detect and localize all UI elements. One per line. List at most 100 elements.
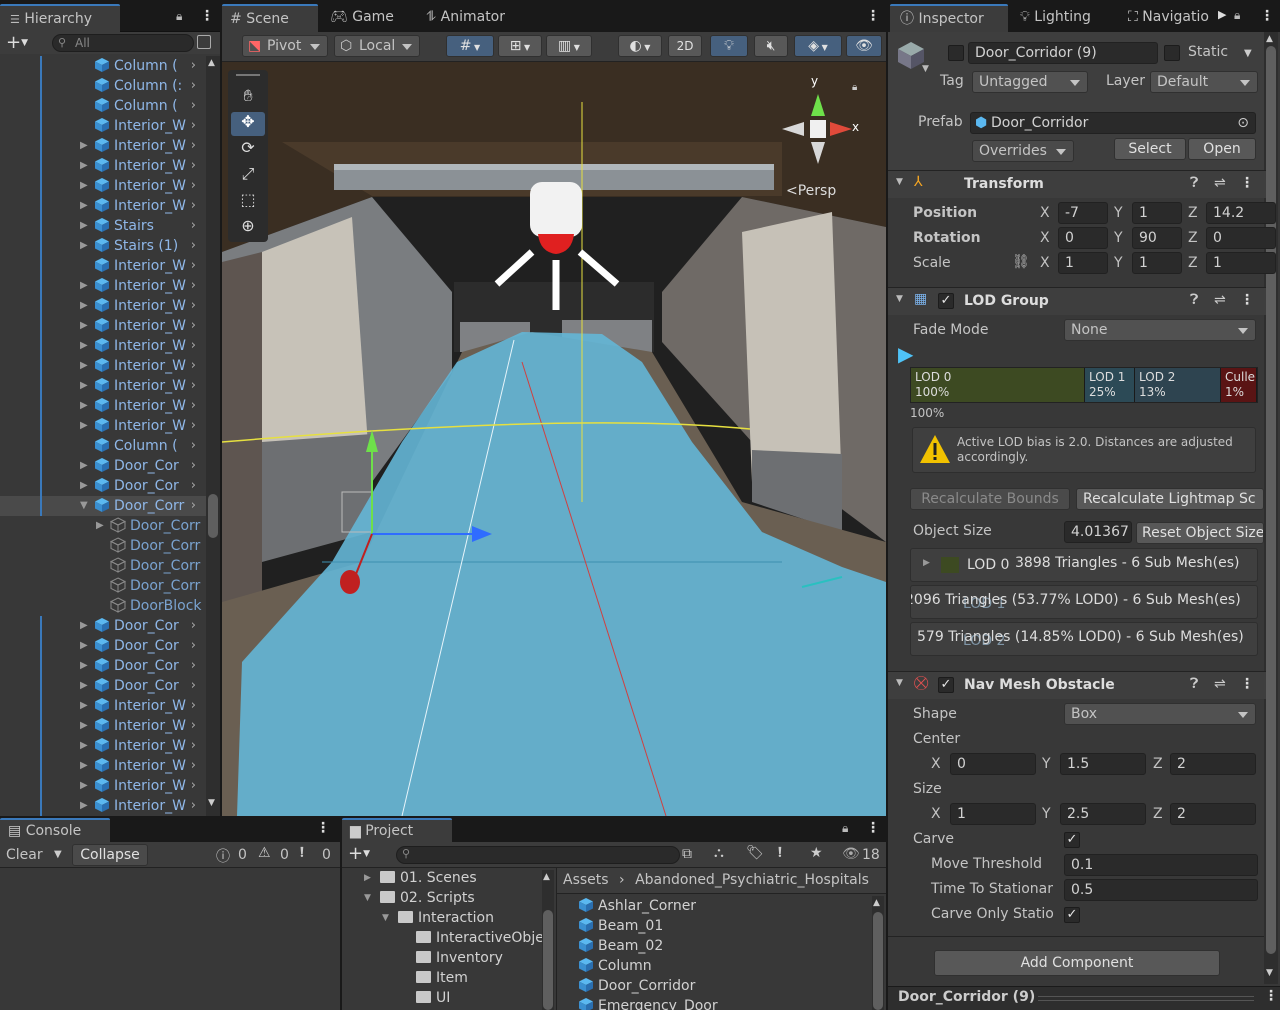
asset-item[interactable]: Ashlar_Corner: [578, 896, 696, 916]
asset-item[interactable]: Beam_01: [578, 916, 663, 936]
lod-bar-segment[interactable]: LOD 1 25%: [1085, 368, 1135, 402]
log-filter-icon[interactable]: ❗︎: [778, 845, 782, 861]
hierarchy-row[interactable]: ▶ Interior_W ›: [0, 736, 206, 756]
hierarchy-row[interactable]: ▶ Interior_W ›: [0, 156, 206, 176]
lod-foldout-collapsed-icon[interactable]: ▶: [923, 558, 930, 568]
hierarchy-row[interactable]: ▶ Interior_W ›: [0, 356, 206, 376]
lod-menu-icon[interactable]: ⋮: [1240, 292, 1254, 308]
project-folder-item[interactable]: ▶ 01. Scenes: [342, 868, 542, 888]
foldout-collapsed-icon[interactable]: ▶: [80, 736, 88, 756]
hierarchy-row[interactable]: Door_Corr: [0, 536, 206, 556]
hierarchy-row[interactable]: ▶ Interior_W ›: [0, 316, 206, 336]
breadcrumb-assets[interactable]: Assets: [563, 872, 609, 888]
hierarchy-row[interactable]: ▶ Interior_W ›: [0, 696, 206, 716]
gizmo-lock-icon[interactable]: 🔒︎: [852, 82, 857, 93]
foldout-collapsed-icon[interactable]: ▶: [80, 716, 88, 736]
folder-collapsed-icon[interactable]: ▶: [364, 868, 371, 888]
chevron-right-icon[interactable]: ›: [191, 216, 196, 236]
project-folder-item[interactable]: ▼ 02. Scripts: [342, 888, 542, 908]
chevron-right-icon[interactable]: ›: [191, 76, 196, 96]
tab-scene[interactable]: # Scene: [222, 4, 318, 32]
scale-y-field[interactable]: 1: [1132, 252, 1182, 274]
center-z-field[interactable]: 2: [1170, 753, 1256, 775]
hierarchy-row[interactable]: ▶ Interior_W ›: [0, 756, 206, 776]
transform-header[interactable]: ▼ ⅄ Transform ❓︎ ⇌ ⋮: [888, 170, 1266, 198]
hierarchy-row[interactable]: ▶ Interior_W ›: [0, 336, 206, 356]
hierarchy-row[interactable]: ▶ Interior_W ›: [0, 776, 206, 796]
chevron-right-icon[interactable]: ›: [191, 176, 196, 196]
collapse-button[interactable]: Collapse: [72, 844, 148, 866]
footer-drag-handle[interactable]: [1038, 996, 1254, 1001]
foldout-collapsed-icon[interactable]: ▶: [80, 396, 88, 416]
scale-tool-icon[interactable]: ⤢: [231, 164, 265, 188]
size-y-field[interactable]: 2.5: [1060, 803, 1146, 825]
favorite-star-icon[interactable]: ★: [810, 845, 823, 861]
tab-overflow-icon[interactable]: ▶: [1218, 8, 1226, 21]
chevron-right-icon[interactable]: ›: [191, 616, 196, 636]
lighting-toggle-button[interactable]: 💡︎: [710, 35, 748, 57]
lod-level-row[interactable]: ▶ LOD 0 3898 Triangles - 6 Sub Mesh(es): [910, 548, 1258, 582]
hierarchy-row[interactable]: ▶ Interior_W ›: [0, 176, 206, 196]
hierarchy-row[interactable]: DoorBlock: [0, 596, 206, 616]
project-folder-item[interactable]: UI: [342, 988, 542, 1008]
foldout-collapsed-icon[interactable]: ▶: [80, 216, 88, 236]
project-folder-item[interactable]: InteractiveObje: [342, 928, 542, 948]
navmesh-help-icon[interactable]: ❓︎: [1190, 676, 1198, 692]
foldout-expanded-icon[interactable]: ▼: [80, 496, 88, 516]
scale-z-field[interactable]: 1: [1206, 252, 1276, 274]
chevron-right-icon[interactable]: ›: [191, 756, 196, 776]
foldout-collapsed-icon[interactable]: ▶: [80, 676, 88, 696]
lod-level-row[interactable]: LOD 1 2096 Triangles (53.77% LOD0) - 6 Su…: [910, 585, 1258, 619]
position-y-field[interactable]: 1: [1132, 202, 1182, 224]
project-lock-icon[interactable]: 🔒︎: [842, 821, 848, 836]
foldout-collapsed-icon[interactable]: ▶: [96, 516, 104, 536]
foldout-collapsed-icon[interactable]: ▶: [80, 236, 88, 256]
foldout-collapsed-icon[interactable]: ▶: [80, 476, 88, 496]
effects-dropdown-button[interactable]: ◈ ▼: [794, 35, 842, 57]
lod-bar-segment[interactable]: LOD 2 13%: [1135, 368, 1221, 402]
inspector-lock-icon[interactable]: 🔒︎: [1234, 8, 1240, 23]
transform-presets-icon[interactable]: ⇌: [1214, 175, 1226, 191]
foldout-collapsed-icon[interactable]: ▶: [80, 156, 88, 176]
scroll-up-icon[interactable]: ▲: [208, 58, 215, 68]
foldout-collapsed-icon[interactable]: ▶: [80, 336, 88, 356]
static-dropdown-icon[interactable]: ▼: [1244, 48, 1252, 59]
foldout-collapsed-icon[interactable]: ▶: [80, 636, 88, 656]
audio-toggle-button[interactable]: 🔇︎: [754, 35, 788, 57]
lod-bar-segment[interactable]: LOD 0 100%: [911, 368, 1085, 402]
hierarchy-row[interactable]: ▶ Door_Cor ›: [0, 476, 206, 496]
navmesh-presets-icon[interactable]: ⇌: [1214, 676, 1226, 692]
asset-item[interactable]: Door_Corridor: [578, 976, 695, 996]
foldout-collapsed-icon[interactable]: ▶: [80, 276, 88, 296]
foldout-collapsed-icon[interactable]: ▶: [80, 296, 88, 316]
search-by-label-icon[interactable]: ⛬: [714, 845, 724, 861]
foldout-collapsed-icon[interactable]: ▶: [80, 616, 88, 636]
constrain-scale-icon[interactable]: ⛓︎: [1012, 254, 1030, 270]
hierarchy-row[interactable]: ▶ Interior_W ›: [0, 416, 206, 436]
scene-visibility-icon[interactable]: [197, 35, 211, 49]
chevron-right-icon[interactable]: ›: [191, 136, 196, 156]
project-folder-item[interactable]: ▼ Interaction: [342, 908, 542, 928]
chevron-right-icon[interactable]: ›: [191, 276, 196, 296]
tab-navigation[interactable]: ⛶ Navigatio: [1120, 4, 1212, 30]
asset-scroll-up-icon[interactable]: ▲: [873, 898, 880, 908]
chevron-right-icon[interactable]: ›: [191, 336, 196, 356]
scale-x-field[interactable]: 1: [1058, 252, 1108, 274]
transform-help-icon[interactable]: ❓︎: [1190, 175, 1198, 191]
hierarchy-scrollbar[interactable]: ▲ ▼: [206, 56, 220, 816]
tree-scrollbar[interactable]: ▲: [542, 870, 554, 1010]
hierarchy-row[interactable]: ▶ Interior_W ›: [0, 396, 206, 416]
foldout-collapsed-icon[interactable]: ▶: [80, 196, 88, 216]
chevron-right-icon[interactable]: ›: [191, 96, 196, 116]
chevron-right-icon[interactable]: ›: [191, 156, 196, 176]
hierarchy-row[interactable]: ▶ Interior_W ›: [0, 296, 206, 316]
increment-snap-button[interactable]: ⊞ ▼: [498, 35, 542, 57]
tab-hierarchy[interactable]: ☰ Hierarchy: [0, 4, 120, 32]
scene-viewport[interactable]: ✋︎ ✥ ⟳ ⤢ ⬚ ⊕ y x 🔒︎ <Persp: [222, 62, 886, 816]
foldout-collapsed-icon[interactable]: ▶: [80, 796, 88, 816]
footer-menu-icon[interactable]: ⋮: [1264, 988, 1278, 1004]
inspector-scrollbar[interactable]: ▲ ▼: [1264, 32, 1278, 984]
fade-mode-dropdown[interactable]: None: [1064, 319, 1256, 341]
lod-level-row[interactable]: LOD 2 579 Triangles (14.85% LOD0) - 6 Sub…: [910, 622, 1258, 656]
layer-dropdown[interactable]: Default: [1150, 71, 1258, 93]
